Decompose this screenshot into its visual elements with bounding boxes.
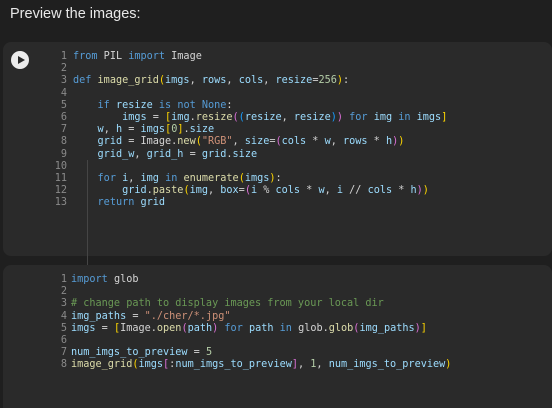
code-line: from PIL import Image: [73, 51, 202, 62]
line-number: 1: [60, 51, 67, 62]
code-line: import glob: [71, 274, 139, 285]
line-number: 3: [60, 298, 67, 310]
code-line: image_grid(imgs[:num_imgs_to_preview], 1…: [71, 359, 452, 371]
code-line: grid.paste(img, box=(i % cols * w, i // …: [122, 185, 429, 197]
line-number: 12: [54, 185, 67, 197]
line-number: 5: [60, 99, 67, 111]
code-editor[interactable]: 1 from PIL import Image 2 3 def image_grid…: [3, 51, 448, 210]
line-number: 13: [54, 197, 67, 209]
line-number: 7: [60, 347, 67, 359]
code-line: grid_w, grid_h = grid.size: [97, 148, 258, 160]
line-number: 5: [60, 322, 67, 334]
line-number: 8: [60, 359, 67, 371]
code-line: imgs = [Image.open(path) for path in glo…: [71, 322, 427, 334]
code-line: w, h = imgs[0].size: [97, 124, 215, 136]
line-number: 2: [60, 63, 67, 75]
line-number: 6: [60, 335, 67, 347]
line-number: 3: [60, 75, 67, 87]
code-cell-2[interactable]: 1 import glob 2 3 # change path to display…: [3, 265, 552, 408]
line-number: 2: [60, 286, 67, 298]
line-number: 10: [54, 160, 67, 172]
line-number: 4: [60, 310, 67, 322]
code-line: if resize is not None:: [97, 99, 233, 111]
line-number: 6: [60, 112, 67, 124]
code-line: imgs = [img.resize((resize, resize)) for…: [122, 112, 448, 124]
code-line: def image_grid(imgs, rows, cols, resize=…: [73, 75, 350, 87]
line-number: 1: [60, 274, 67, 285]
code-cell-1[interactable]: 1 from PIL import Image 2 3 def image_grid…: [3, 42, 552, 280]
code-line: for i, img in enumerate(imgs):: [97, 173, 282, 185]
section-heading: Preview the images:: [10, 6, 141, 22]
code-editor[interactable]: 1 import glob 2 3 # change path to display…: [3, 274, 452, 372]
code-line: num_imgs_to_preview = 5: [71, 347, 213, 359]
line-number: 7: [60, 124, 67, 136]
line-number: 9: [60, 148, 67, 160]
code-line: img_paths = "./cher/*.jpg": [71, 310, 231, 322]
line-number: 11: [54, 173, 67, 185]
code-line: grid = Image.new("RGB", size=(cols * w, …: [97, 136, 405, 148]
line-number: 8: [60, 136, 67, 148]
code-line: return grid: [97, 197, 166, 209]
code-line: # change path to display images from you…: [71, 298, 384, 310]
line-number: 4: [60, 87, 67, 99]
